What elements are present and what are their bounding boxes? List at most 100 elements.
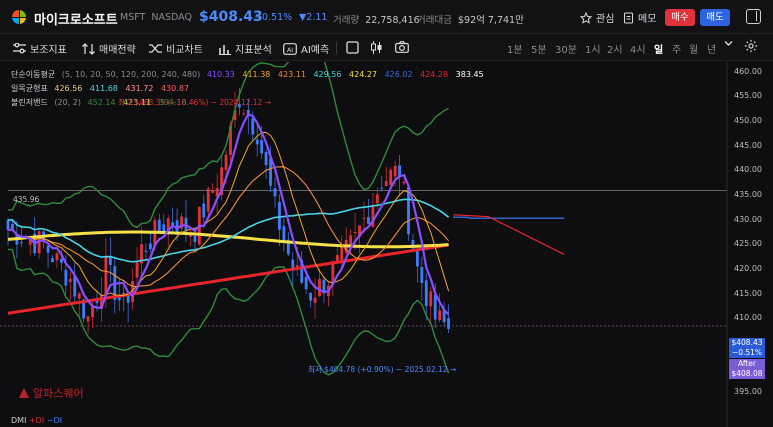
- screenshot-button[interactable]: [395, 41, 409, 53]
- timeframe-month[interactable]: 월: [689, 41, 698, 56]
- candle-body: [68, 278, 72, 283]
- indicator-analysis-button[interactable]: 지표분석: [219, 41, 272, 56]
- candle-body: [375, 194, 379, 204]
- trade-amount-value: $92억 7,741만: [458, 15, 524, 26]
- after-hours-price: $408.08: [731, 369, 763, 378]
- watermark-text: 알파스퀘어: [33, 387, 84, 400]
- candle-body: [407, 186, 410, 235]
- trade-amount: 거래대금 $92억 7,741만: [417, 12, 524, 26]
- y-axis-tick-label: 410.00: [734, 313, 762, 323]
- timeframe-day[interactable]: 일: [654, 41, 663, 56]
- y-axis-tick-label: 425.00: [734, 239, 762, 249]
- price-chart[interactable]: 단순이동평균 (5, 10, 20, 50, 120, 200, 240, 48…: [0, 62, 773, 427]
- candle-body: [438, 310, 442, 321]
- legend-sma-value: 424.28: [420, 70, 449, 79]
- candle-body: [144, 250, 148, 252]
- candle-body: [353, 232, 357, 234]
- watchlist-button[interactable]: 관심: [580, 10, 614, 25]
- legend-ichimoku-value: 426.56: [54, 84, 83, 93]
- star-icon: [580, 11, 592, 24]
- gear-icon: [744, 39, 758, 53]
- chart-type-button[interactable]: [370, 41, 383, 54]
- candle-body: [126, 295, 130, 303]
- legend-sma-params: (5, 10, 20, 50, 120, 200, 240, 480): [61, 70, 201, 79]
- y-axis-tick-label: 440.00: [734, 165, 762, 175]
- candle-body: [206, 188, 210, 212]
- candle-body: [6, 219, 10, 230]
- analysis-bars-icon: [219, 44, 231, 55]
- legend-sma-value: 410.33: [206, 70, 235, 79]
- legend-ichimoku-value: 431.72: [125, 84, 154, 93]
- stock-name: 마이크로소프트: [34, 13, 118, 28]
- y-axis-tick-label: 450.00: [734, 116, 762, 126]
- high-annotation: 최고 $468.35 (−10.46%) − 2024.12.12 →: [118, 98, 271, 107]
- chevron-down-icon: [724, 41, 733, 46]
- candle-body: [193, 236, 197, 242]
- timeframe-dropdown[interactable]: [724, 40, 733, 47]
- y-axis-tick-label: 415.00: [734, 288, 762, 298]
- candle-body: [19, 242, 23, 244]
- legend-ichimoku-value: 430.87: [161, 84, 189, 93]
- candle-body: [86, 316, 90, 322]
- candle-body: [429, 291, 433, 307]
- candle-body: [278, 201, 281, 230]
- ai-forecast-button[interactable]: AI AI예측: [283, 41, 329, 56]
- legend-sma-value: 383.45: [455, 70, 484, 79]
- alphasquare-logo-icon: [19, 388, 29, 398]
- indicator-analysis-label: 지표분석: [235, 45, 272, 56]
- ichimoku-lead-b-line: [453, 216, 565, 219]
- candle-body: [393, 165, 397, 177]
- dmi-plus-di: +DI: [28, 416, 45, 425]
- trade-amount-label: 거래대금: [417, 15, 452, 26]
- buy-button[interactable]: 매수: [665, 9, 695, 26]
- y-axis-tick-label: 445.00: [734, 140, 762, 150]
- sma-20-line: [7, 166, 450, 288]
- timeframe-2hour[interactable]: 2시: [607, 41, 623, 56]
- legend-bollinger-name: 볼린저밴드: [11, 98, 48, 107]
- candle-body: [91, 306, 94, 318]
- candle-body: [389, 169, 393, 185]
- timeframe-week[interactable]: 주: [672, 41, 681, 56]
- y-axis-tick-label: 420.00: [734, 263, 762, 273]
- candle-body: [282, 226, 286, 242]
- legend-sma-value: 411.38: [242, 70, 271, 79]
- sidebar-toggle-icon[interactable]: [746, 9, 761, 24]
- candle-body: [309, 293, 312, 301]
- ai-forecast-label: AI예측: [301, 45, 330, 56]
- timeframe-year[interactable]: 년: [707, 41, 716, 56]
- header-bar: 마이크로소프트 MSFT NASDAQ $408.43 −0.51% ▼2.11…: [0, 0, 773, 34]
- y-axis-tick-label: 460.00: [734, 66, 762, 76]
- memo-button[interactable]: 메모: [623, 10, 656, 25]
- candle-body: [349, 235, 353, 246]
- stock-exchange: NASDAQ: [151, 12, 192, 23]
- candle-body: [295, 265, 299, 268]
- candle-body: [77, 293, 81, 299]
- candle-body: [402, 181, 406, 184]
- y-axis-tick-label: 455.00: [734, 91, 762, 101]
- legend-bollinger-params: (20, 2): [54, 98, 81, 107]
- timeframe-4hour[interactable]: 4시: [630, 41, 646, 56]
- sell-button[interactable]: 매도: [700, 9, 730, 26]
- aux-indicator-label: 보조지표: [30, 45, 67, 56]
- after-hours-label: After: [737, 359, 756, 368]
- candle-body: [108, 256, 112, 265]
- candle-body: [362, 218, 366, 220]
- compare-chart-button[interactable]: 비교차트: [149, 41, 203, 56]
- aux-indicator-button[interactable]: 보조지표: [13, 41, 67, 56]
- compare-chart-label: 비교차트: [166, 45, 203, 56]
- last-price-tag: $408.43 −0.51%: [729, 338, 765, 358]
- chart-settings-button[interactable]: [744, 39, 758, 53]
- camera-icon: [395, 41, 409, 53]
- volume-value: 22,758,416: [365, 15, 420, 26]
- candle-body: [384, 180, 388, 186]
- y-axis-tick-label: 430.00: [734, 214, 762, 224]
- timeframe-5min[interactable]: 5분: [531, 41, 547, 56]
- square-icon: [346, 41, 359, 54]
- timeframe-1hour[interactable]: 1시: [585, 41, 601, 56]
- timeframe-1min[interactable]: 1분: [507, 41, 523, 56]
- layout-toggle-button[interactable]: [346, 41, 359, 54]
- candle-body: [416, 249, 419, 267]
- trade-strategy-button[interactable]: 매매전략: [82, 41, 136, 56]
- candle-body: [157, 219, 161, 232]
- timeframe-30min[interactable]: 30분: [555, 41, 577, 56]
